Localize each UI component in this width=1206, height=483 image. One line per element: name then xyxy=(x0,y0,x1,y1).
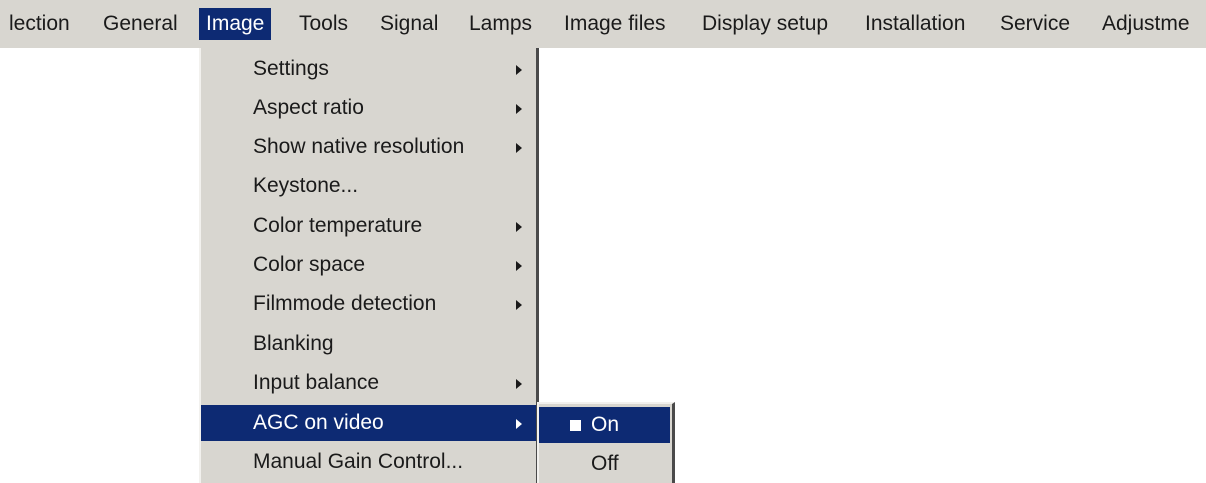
menu-lamps[interactable]: Lamps xyxy=(462,8,539,40)
menu-item-label: Color space xyxy=(253,253,366,276)
menu-item-label: Manual Gain Control... xyxy=(253,450,464,473)
menu-item-color-temperature[interactable]: Color temperature xyxy=(201,208,536,244)
submenu-item-label: Off xyxy=(591,452,619,475)
submenu-arrow-icon xyxy=(516,104,522,114)
menu-display-setup[interactable]: Display setup xyxy=(695,8,835,40)
menu-item-filmmode-detection[interactable]: Filmmode detection xyxy=(201,286,536,322)
menu-item-aspect-ratio[interactable]: Aspect ratio xyxy=(201,90,536,126)
submenu-arrow-icon xyxy=(516,300,522,310)
menu-bar: lection General Image Tools Signal Lamps… xyxy=(0,0,1206,48)
menu-item-agc-on-video[interactable]: AGC on video xyxy=(201,405,536,441)
submenu-arrow-icon xyxy=(516,261,522,271)
agc-submenu: On Off xyxy=(537,402,675,483)
submenu-item-on[interactable]: On xyxy=(539,407,670,443)
menu-item-label: Input balance xyxy=(253,371,380,394)
menu-item-manual-gain-control[interactable]: Manual Gain Control... xyxy=(201,444,536,480)
menu-item-label: Keystone... xyxy=(253,174,359,197)
menu-adjustment[interactable]: Adjustme xyxy=(1095,8,1197,40)
submenu-arrow-icon xyxy=(516,143,522,153)
menu-general[interactable]: General xyxy=(96,8,185,40)
menu-item-label: Show native resolution xyxy=(253,135,465,158)
menu-installation[interactable]: Installation xyxy=(858,8,972,40)
menu-item-label: Aspect ratio xyxy=(253,96,364,119)
submenu-arrow-icon xyxy=(516,419,522,429)
menu-item-label: Settings xyxy=(253,57,329,80)
selected-bullet-icon xyxy=(570,420,581,431)
menu-item-label: Filmmode detection xyxy=(253,292,437,315)
menu-image-files[interactable]: Image files xyxy=(557,8,673,40)
submenu-arrow-icon xyxy=(516,379,522,389)
submenu-item-off[interactable]: Off xyxy=(539,446,670,482)
menu-item-color-space[interactable]: Color space xyxy=(201,247,536,283)
menu-item-keystone[interactable]: Keystone... xyxy=(201,168,536,204)
menu-item-settings[interactable]: Settings xyxy=(201,51,536,87)
submenu-arrow-icon xyxy=(516,65,522,75)
application-window: lection General Image Tools Signal Lamps… xyxy=(0,0,1206,483)
menu-item-label: Color temperature xyxy=(253,214,423,237)
menu-image[interactable]: Image xyxy=(199,8,272,40)
image-dropdown-menu: Settings Aspect ratio Show native resolu… xyxy=(199,48,539,483)
menu-tools[interactable]: Tools xyxy=(292,8,355,40)
menu-item-label: Blanking xyxy=(253,332,334,355)
menu-item-show-native-resolution[interactable]: Show native resolution xyxy=(201,129,536,165)
menu-service[interactable]: Service xyxy=(993,8,1077,40)
menu-signal[interactable]: Signal xyxy=(373,8,445,40)
submenu-arrow-icon xyxy=(516,222,522,232)
menu-item-input-balance[interactable]: Input balance xyxy=(201,365,536,401)
menu-item-blanking[interactable]: Blanking xyxy=(201,326,536,362)
submenu-item-label: On xyxy=(591,413,620,436)
menu-selection[interactable]: lection xyxy=(2,8,77,40)
menu-item-label: AGC on video xyxy=(253,411,384,434)
